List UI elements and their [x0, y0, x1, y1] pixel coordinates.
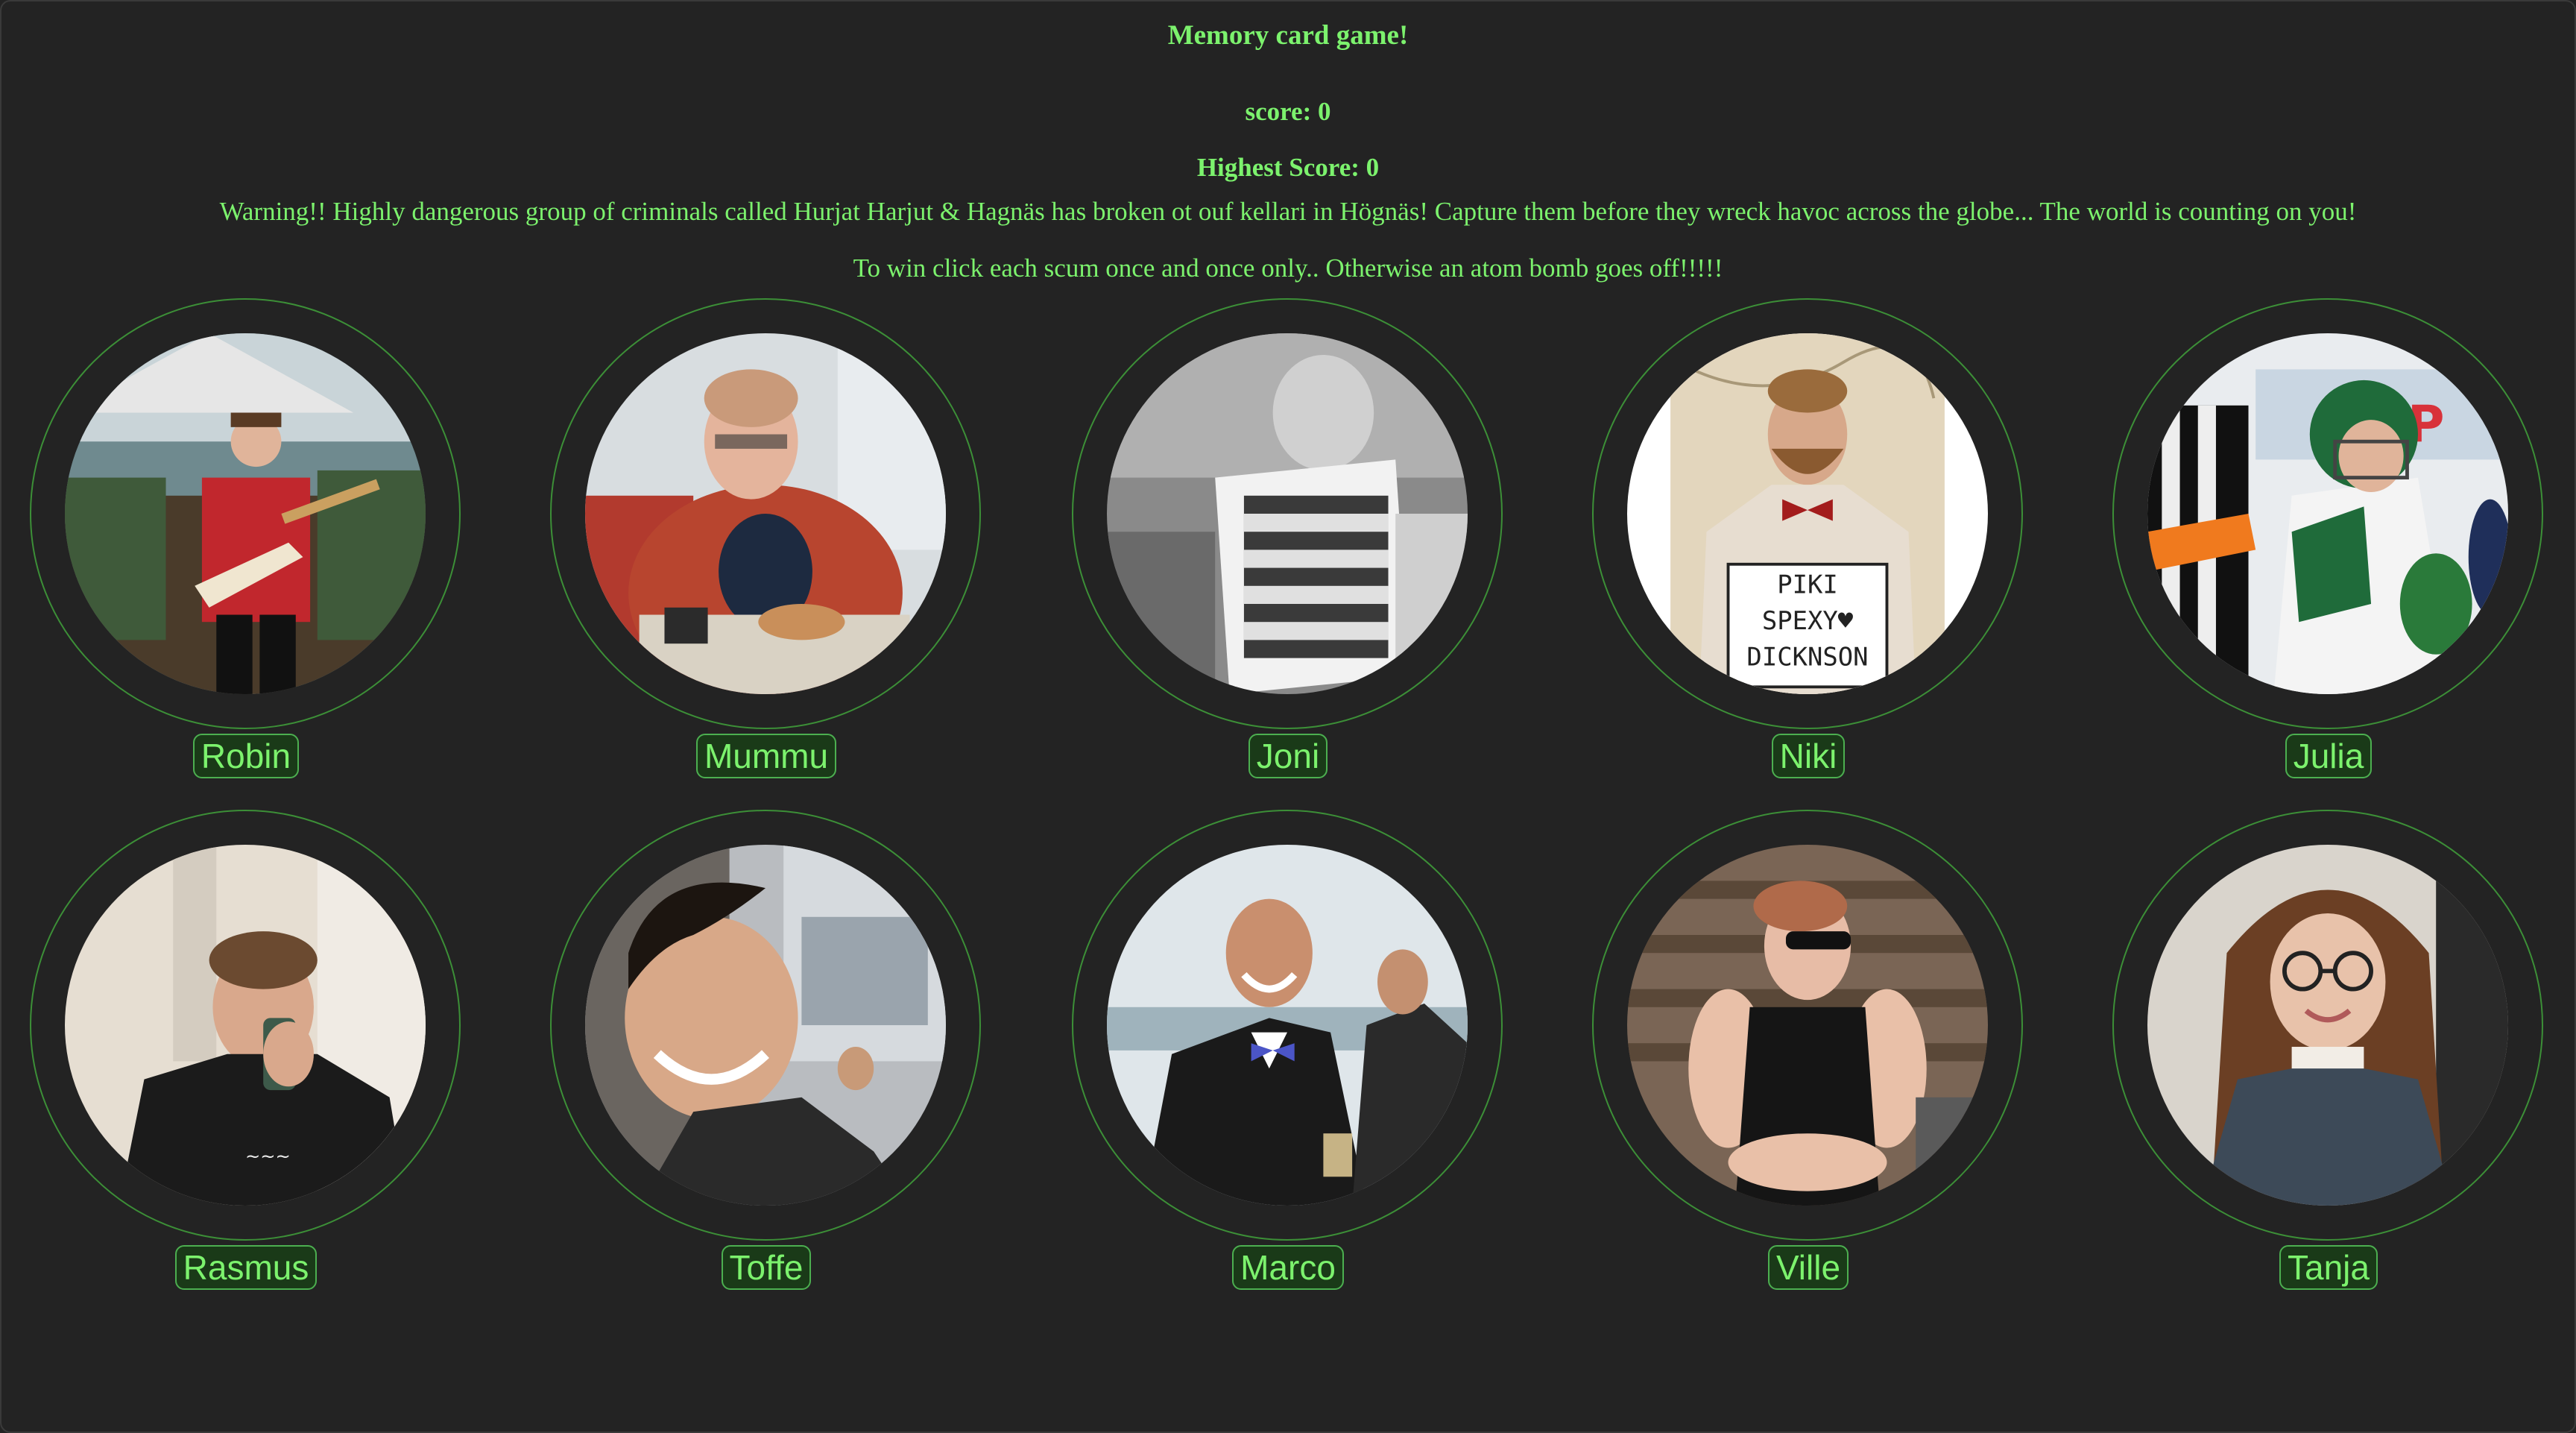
card-label: Niki	[1771, 734, 1846, 778]
card-marco[interactable]: Marco	[1072, 810, 1504, 1290]
card-label: Mummu	[695, 734, 837, 778]
mummu-photo	[585, 333, 946, 694]
niki-sign-line-2: SPEXY♥	[1762, 606, 1854, 635]
marco-photo	[1107, 845, 1468, 1206]
card-label: Julia	[2285, 734, 2373, 778]
joni-photo	[1107, 333, 1468, 694]
card-toffe[interactable]: Toffe	[550, 810, 982, 1290]
card-label: Rasmus	[174, 1245, 318, 1290]
tanja-photo	[2147, 845, 2508, 1206]
card-label: Tanja	[2279, 1245, 2378, 1290]
score-display: score: 0	[1245, 97, 1331, 126]
card-label: Toffe	[721, 1245, 812, 1290]
warning-text: Warning!! Highly dangerous group of crim…	[219, 197, 2357, 226]
rasmus-photo: ~~~	[65, 845, 426, 1206]
julia-photo: SP	[2147, 333, 2508, 694]
ville-photo	[1627, 845, 1988, 1206]
title: Memory card game!	[1167, 20, 1409, 51]
card-tanja[interactable]: Tanja	[2112, 810, 2545, 1290]
card-label: Marco	[1232, 1245, 1344, 1290]
card-rasmus[interactable]: ~~~ Rasmus	[30, 810, 462, 1290]
card-ville[interactable]: Ville	[1592, 810, 2024, 1290]
card-label: Robin	[192, 734, 300, 778]
card-joni[interactable]: Joni	[1072, 298, 1504, 778]
card-niki[interactable]: PIKI SPEXY♥ DICKNSON Niki	[1592, 298, 2024, 778]
highest-score-display: Highest Score: 0	[1196, 153, 1380, 182]
niki-sign-line-3: DICKNSON	[1746, 642, 1868, 671]
niki-sign-line-1: PIKI	[1777, 570, 1838, 599]
card-mummu[interactable]: Mummu	[550, 298, 982, 778]
card-robin[interactable]: Robin	[30, 298, 462, 778]
rasmus-shirt-print: ~~~	[245, 1146, 291, 1167]
toffe-photo	[585, 845, 946, 1206]
card-julia[interactable]: SP Julia	[2112, 298, 2545, 778]
rules-text: To win click each scum once and once onl…	[853, 253, 1723, 283]
card-label: Joni	[1248, 734, 1328, 778]
card-label: Ville	[1767, 1245, 1849, 1290]
robin-photo	[65, 333, 426, 694]
niki-photo: PIKI SPEXY♥ DICKNSON	[1627, 333, 1988, 694]
